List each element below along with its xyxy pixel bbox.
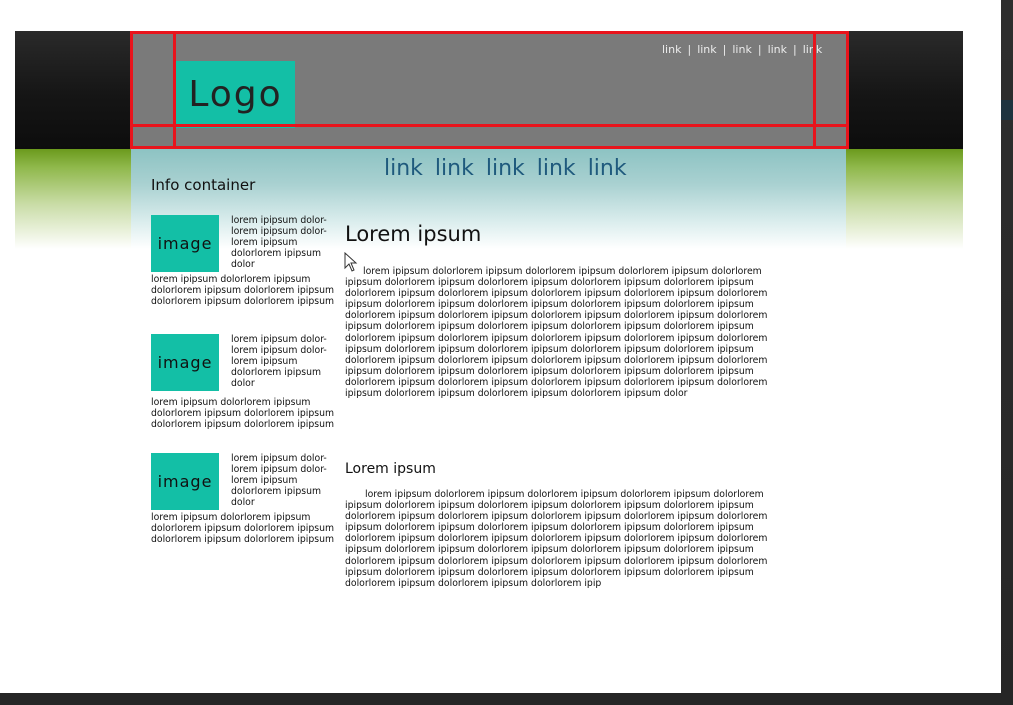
top-link[interactable]: link	[697, 43, 716, 56]
top-link[interactable]: link	[662, 43, 681, 56]
logo[interactable]: Logo	[176, 61, 295, 128]
sub-paragraph: lorem ipipsum dolorlorem ipipsum dolorlo…	[345, 489, 768, 589]
window-edge-right	[1001, 0, 1013, 705]
nav-link[interactable]: link	[384, 156, 423, 181]
top-link-separator: |	[757, 43, 762, 56]
window-edge-bottom	[0, 693, 1013, 705]
top-link[interactable]: link	[732, 43, 751, 56]
info-item-under-text: lorem ipipsum dolorlorem ipipsum dolorlo…	[151, 512, 335, 545]
info-item-side-text: lorem ipipsum dolor- lorem ipipsum dolor…	[231, 334, 327, 389]
mouse-cursor-icon	[344, 252, 358, 272]
top-link[interactable]: link	[803, 43, 822, 56]
info-item-under-text: lorem ipipsum dolorlorem ipipsum dolorlo…	[151, 397, 335, 430]
info-item-side-text: lorem ipipsum dolor- lorem ipipsum dolor…	[231, 453, 327, 508]
top-link-separator: |	[722, 43, 727, 56]
top-links: link | link | link | link | link	[662, 43, 822, 56]
image-placeholder[interactable]: image	[151, 453, 219, 510]
sub-heading: Lorem ipsum	[345, 461, 436, 477]
image-placeholder[interactable]: image	[151, 215, 219, 272]
nav-link[interactable]: link	[486, 156, 525, 181]
nav-link[interactable]: link	[435, 156, 474, 181]
top-link-separator: |	[687, 43, 692, 56]
top-link[interactable]: link	[768, 43, 787, 56]
top-link-separator: |	[793, 43, 797, 56]
image-placeholder[interactable]: image	[151, 334, 219, 391]
nav-link[interactable]: link	[588, 156, 627, 181]
main-nav: link link link link link	[384, 156, 639, 181]
info-item-under-text: lorem ipipsum dolorlorem ipipsum dolorlo…	[151, 274, 335, 307]
info-item-side-text: lorem ipipsum dolor- lorem ipipsum dolor…	[231, 215, 327, 270]
main-paragraph: lorem ipipsum dolorlorem ipipsum dolorlo…	[345, 266, 768, 400]
main-heading: Lorem ipsum	[345, 222, 482, 246]
nav-link[interactable]: link	[537, 156, 576, 181]
info-container-title: Info container	[151, 176, 256, 194]
